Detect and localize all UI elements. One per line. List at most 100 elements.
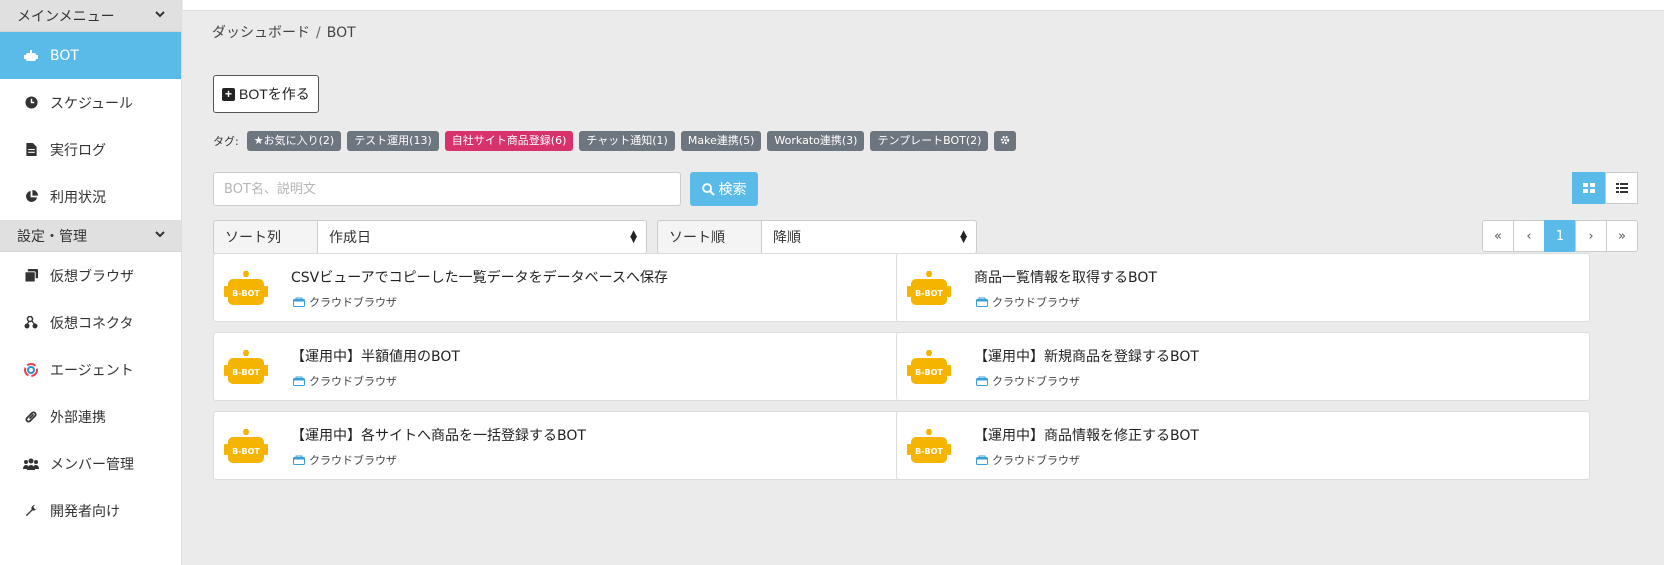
sidebar-item-label: メンバー管理 bbox=[50, 456, 134, 473]
tag-settings-button[interactable] bbox=[994, 131, 1017, 151]
cloud-browser-icon bbox=[976, 455, 988, 465]
pie-chart-icon bbox=[20, 190, 42, 203]
sidebar-item-label: エージェント bbox=[50, 362, 134, 379]
connector-icon bbox=[20, 316, 42, 329]
pagination: « ‹ 1 › » bbox=[1482, 220, 1638, 252]
chevron-right-icon: › bbox=[1588, 228, 1594, 244]
tag-favorites[interactable]: ★お気に入り(2) bbox=[246, 131, 342, 151]
cloud-browser-icon bbox=[293, 376, 305, 386]
chevron-left-icon: ‹ bbox=[1526, 228, 1532, 244]
bot-title: CSVビューアでコピーした一覧データをデータベースへ保存 bbox=[291, 270, 668, 286]
search-button[interactable]: 検索 bbox=[690, 172, 758, 206]
cloud-browser-icon bbox=[976, 376, 988, 386]
sidebar-item-label: 開発者向け bbox=[50, 503, 120, 520]
sidebar-item-label: スケジュール bbox=[50, 95, 134, 112]
sort-column-value: 作成日 bbox=[329, 230, 371, 246]
logo-text: B-BOT bbox=[232, 289, 260, 298]
sort-column-select[interactable]: 作成日 ▲ ▼ bbox=[317, 220, 647, 254]
wrench-icon bbox=[20, 504, 42, 517]
users-icon bbox=[20, 458, 42, 470]
main-content: ダッシュボード / BOT + BOTを作る タグ: ★お気に入り(2) テスト運用… bbox=[183, 12, 1664, 565]
search-icon bbox=[701, 182, 715, 196]
settings-header[interactable]: 設定・管理 bbox=[0, 220, 181, 252]
grid-icon bbox=[1582, 183, 1595, 193]
select-arrows-icon: ▲ ▼ bbox=[960, 229, 967, 245]
bot-card[interactable]: B-BOT 【運用中】半額値用のBOT クラウドブラウザ bbox=[213, 332, 907, 401]
sidebar-item-usage[interactable]: 利用状況 bbox=[0, 173, 181, 220]
last-page-button[interactable]: » bbox=[1606, 220, 1638, 252]
main-menu-label: メインメニュー bbox=[17, 8, 115, 25]
sort-order-select[interactable]: 降順 ▲ ▼ bbox=[761, 220, 977, 254]
sidebar-item-label: 仮想ブラウザ bbox=[50, 268, 134, 285]
prev-page-button[interactable]: ‹ bbox=[1513, 220, 1545, 252]
bbot-logo-icon: B-BOT bbox=[224, 429, 268, 463]
create-bot-button[interactable]: + BOTを作る bbox=[213, 75, 319, 113]
chevron-down-icon bbox=[155, 230, 165, 241]
bot-type-label: クラウドブラウザ bbox=[992, 454, 1080, 467]
create-bot-label: BOTを作る bbox=[239, 86, 310, 102]
tag-make[interactable]: Make連携(5) bbox=[680, 131, 762, 151]
tag-template[interactable]: テンプレートBOT(2) bbox=[870, 131, 989, 151]
sidebar-item-label: 実行ログ bbox=[50, 142, 106, 159]
bot-card[interactable]: B-BOT 【運用中】新規商品を登録するBOT クラウドブラウザ bbox=[896, 332, 1590, 401]
link-icon bbox=[20, 410, 42, 424]
bot-title: 【運用中】新規商品を登録するBOT bbox=[974, 349, 1199, 365]
sidebar-item-integration[interactable]: 外部連携 bbox=[0, 393, 181, 440]
sidebar-item-connector[interactable]: 仮想コネクタ bbox=[0, 299, 181, 346]
breadcrumb: ダッシュボード / BOT bbox=[212, 22, 356, 42]
bot-card[interactable]: B-BOT 【運用中】各サイトへ商品を一括登録するBOT クラウドブラウザ bbox=[213, 411, 907, 480]
sidebar-item-agent[interactable]: エージェント bbox=[0, 346, 181, 393]
double-chevron-right-icon: » bbox=[1618, 228, 1626, 244]
tag-site-registration[interactable]: 自社サイト商品登録(6) bbox=[444, 131, 574, 151]
bbot-logo-icon: B-BOT bbox=[907, 271, 951, 305]
bot-type-label: クラウドブラウザ bbox=[309, 296, 397, 309]
bot-type: クラウドブラウザ bbox=[293, 373, 397, 389]
next-page-button[interactable]: › bbox=[1575, 220, 1607, 252]
double-chevron-left-icon: « bbox=[1494, 228, 1502, 244]
bot-card[interactable]: B-BOT 【運用中】商品情報を修正するBOT クラウドブラウザ bbox=[896, 411, 1590, 480]
robot-icon bbox=[20, 49, 42, 62]
logo-text: B-BOT bbox=[915, 447, 943, 456]
settings-label: 設定・管理 bbox=[17, 228, 87, 245]
logo-text: B-BOT bbox=[915, 368, 943, 377]
page-1-button[interactable]: 1 bbox=[1544, 220, 1576, 252]
sidebar-item-browser[interactable]: 仮想ブラウザ bbox=[0, 252, 181, 299]
sidebar-item-label: 利用状況 bbox=[50, 189, 106, 206]
sort-column-group: ソート列 作成日 ▲ ▼ bbox=[213, 220, 647, 254]
bot-card[interactable]: B-BOT CSVビューアでコピーした一覧データをデータベースへ保存クラウドブラウ… bbox=[213, 253, 907, 322]
list-view-button[interactable] bbox=[1605, 172, 1638, 204]
view-toggle bbox=[1572, 172, 1638, 204]
search-button-label: 検索 bbox=[718, 181, 747, 197]
grid-view-button[interactable] bbox=[1572, 172, 1605, 204]
logo-text: B-BOT bbox=[915, 289, 943, 298]
main-menu-header[interactable]: メインメニュー bbox=[0, 0, 181, 32]
sidebar-item-members[interactable]: メンバー管理 bbox=[0, 440, 181, 487]
clock-icon bbox=[20, 96, 42, 109]
bot-type-label: クラウドブラウザ bbox=[309, 375, 397, 388]
search-input[interactable] bbox=[213, 172, 681, 206]
sidebar-item-schedule[interactable]: スケジュール bbox=[0, 79, 181, 126]
sidebar-item-developer[interactable]: 開発者向け bbox=[0, 487, 181, 534]
bot-title: 【運用中】半額値用のBOT bbox=[291, 349, 460, 365]
tag-test[interactable]: テスト運用(13) bbox=[347, 131, 439, 151]
plus-square-icon: + bbox=[222, 87, 235, 101]
logo-text: B-BOT bbox=[232, 447, 260, 456]
sidebar-item-label: 外部連携 bbox=[50, 409, 106, 426]
bot-type: クラウドブラウザ bbox=[976, 294, 1080, 310]
bot-title: 【運用中】各サイトへ商品を一括登録するBOT bbox=[291, 428, 586, 444]
agent-icon bbox=[20, 362, 42, 377]
sidebar-item-log[interactable]: 実行ログ bbox=[0, 126, 181, 173]
breadcrumb-home[interactable]: ダッシュボード bbox=[212, 25, 310, 41]
chevron-down-icon bbox=[155, 10, 165, 21]
first-page-button[interactable]: « bbox=[1482, 220, 1514, 252]
browser-icon bbox=[20, 269, 42, 282]
tag-chat[interactable]: チャット通知(1) bbox=[579, 131, 675, 151]
bot-type-label: クラウドブラウザ bbox=[309, 454, 397, 467]
file-icon bbox=[20, 143, 42, 156]
bot-type-label: クラウドブラウザ bbox=[992, 296, 1080, 309]
tag-workato[interactable]: Workato連携(3) bbox=[767, 131, 865, 151]
sidebar-item-bot[interactable]: BOT bbox=[0, 32, 181, 79]
bot-card[interactable]: B-BOT 商品一覧情報を取得するBOT クラウドブラウザ bbox=[896, 253, 1590, 322]
logo-text: B-BOT bbox=[232, 368, 260, 377]
sort-order-value: 降順 bbox=[773, 230, 801, 246]
